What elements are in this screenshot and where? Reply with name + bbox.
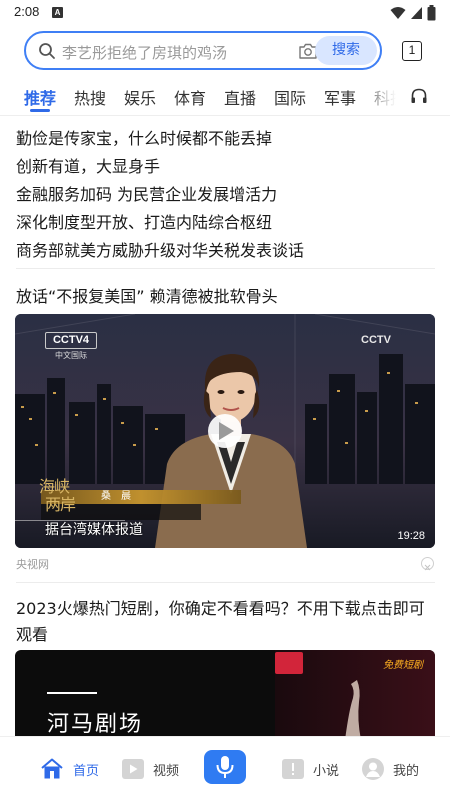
section-divider: [16, 582, 435, 583]
video-thumbnail[interactable]: CCTV4 中文国际 CCTV 海峡 两岸 桑 晨 据台湾媒体报道 19:28: [15, 314, 435, 548]
article-source: 央视网: [16, 558, 49, 571]
tab-count-button[interactable]: 1: [402, 41, 422, 61]
nav-home[interactable]: 首页: [40, 755, 99, 783]
dismiss-icon[interactable]: [421, 557, 434, 571]
video-icon: [122, 759, 144, 779]
headline-item[interactable]: 勤俭是传家宝，什么时候都不能丢掉: [16, 125, 436, 153]
drama-thumbnail[interactable]: 免费短剧 河马剧场: [15, 650, 435, 740]
headphone-icon[interactable]: [410, 87, 428, 105]
status-bar: 2:08 A: [0, 0, 450, 26]
tab-international[interactable]: 国际: [274, 85, 306, 109]
headline-item[interactable]: 创新有道，大显身手: [16, 153, 436, 181]
headline-item[interactable]: 深化制度型开放、打造内陆综合枢纽: [16, 209, 436, 237]
channel-fade: [356, 82, 406, 112]
channel-sub-label: 中文国际: [55, 351, 87, 360]
wifi-icon: [390, 7, 406, 19]
signal-icon: [411, 7, 422, 19]
status-icons: [390, 5, 436, 21]
anchor-name: 桑 晨: [101, 491, 131, 502]
article-title[interactable]: 放话“不报复美国” 赖清德被批软骨头: [16, 284, 436, 310]
video-caption: 据台湾媒体报道: [45, 522, 143, 538]
article-title[interactable]: 2023火爆热门短剧，你确定不看看吗？不用下载点击即可观看: [16, 596, 436, 648]
nav-profile-label: 我的: [393, 763, 420, 779]
search-box[interactable]: 李艺彤拒绝了房琪的鸡汤 搜索: [24, 31, 382, 70]
tab-military[interactable]: 军事: [324, 85, 356, 109]
microphone-icon: [216, 756, 234, 778]
status-time: 2:08: [14, 4, 40, 19]
drama-title-text: 河马剧场: [47, 712, 144, 737]
home-icon: [41, 758, 63, 779]
tab-recommend[interactable]: 推荐: [24, 85, 56, 109]
headline-item[interactable]: 商务部就美方威胁升级对华关税发表谈话: [16, 237, 436, 265]
search-icon: [38, 42, 56, 60]
bottom-nav: 首页 视频 小说 我的: [0, 736, 450, 800]
voice-search-button[interactable]: [204, 750, 246, 784]
channels-divider: [0, 115, 450, 116]
tab-hot-search[interactable]: 热搜: [74, 85, 106, 109]
channel-tabs: 推荐 热搜 娱乐 体育 直播 国际 军事 科技: [0, 82, 450, 114]
active-tab-indicator: [30, 109, 50, 112]
tab-entertainment[interactable]: 娱乐: [124, 85, 156, 109]
cctv-logo-right: CCTV: [361, 334, 391, 346]
drama-app-logo: [275, 652, 303, 674]
novel-icon: [282, 759, 304, 779]
battery-icon: [427, 5, 436, 21]
nav-video-label: 视频: [153, 763, 180, 779]
section-divider: [16, 268, 435, 269]
free-drama-badge: 免费短剧: [383, 660, 423, 671]
nav-novel[interactable]: 小说: [282, 755, 339, 783]
search-button[interactable]: 搜索: [315, 36, 377, 65]
nav-video[interactable]: 视频: [122, 755, 179, 783]
profile-icon: [362, 758, 384, 780]
search-input[interactable]: 李艺彤拒绝了房琪的鸡汤: [62, 42, 227, 63]
headline-list: 勤俭是传家宝，什么时候都不能丢掉 创新有道，大显身手 金融服务加码 为民营企业发…: [16, 125, 436, 265]
tab-live[interactable]: 直播: [224, 85, 256, 109]
headline-item[interactable]: 金融服务加码 为民营企业发展增活力: [16, 181, 436, 209]
nav-profile[interactable]: 我的: [362, 755, 419, 783]
nav-novel-label: 小说: [313, 763, 340, 779]
video-duration: 19:28: [397, 530, 425, 542]
tab-sports[interactable]: 体育: [174, 85, 206, 109]
program-logo: 海峡 两岸: [39, 477, 76, 514]
notification-icon: A: [52, 7, 63, 18]
cctv4-logo: CCTV4: [45, 332, 97, 349]
nav-home-label: 首页: [73, 763, 100, 779]
